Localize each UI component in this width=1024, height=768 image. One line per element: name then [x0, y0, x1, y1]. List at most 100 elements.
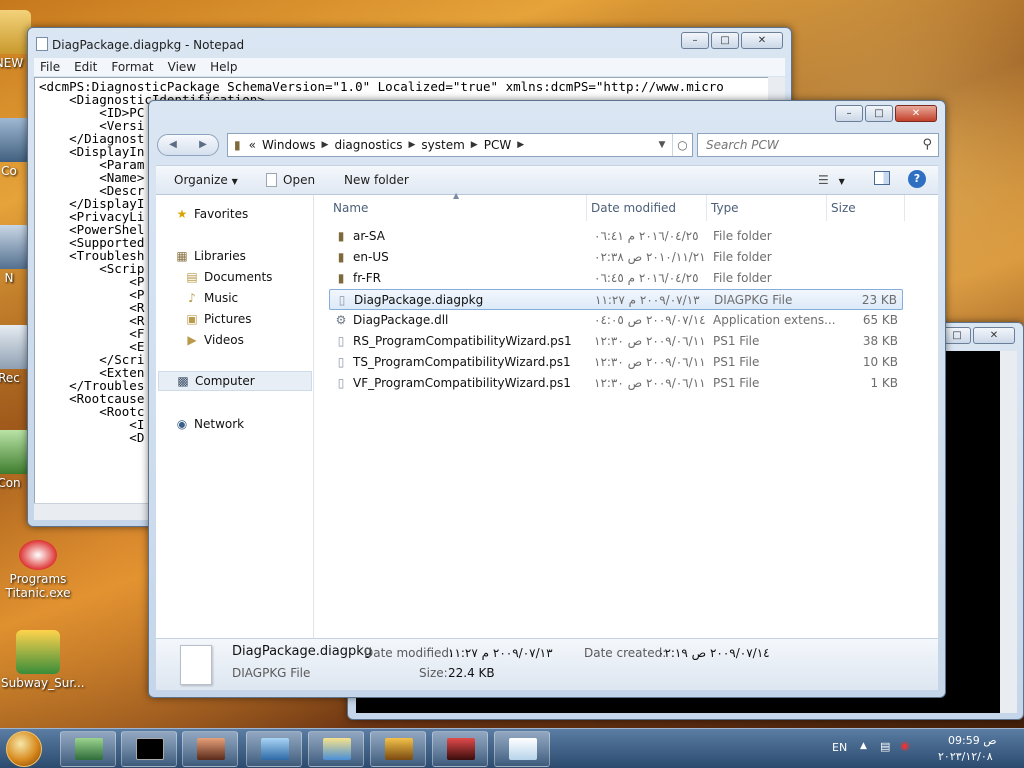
breadcrumb-separator-icon[interactable]: ▶ [517, 140, 524, 150]
nav-documents[interactable]: ▤ Documents [184, 270, 272, 284]
file-row[interactable]: ▯ TS_ProgramCompatibilityWizard.ps1 ٢٠٠٩/٠… [329, 352, 903, 373]
taskbar-app-media[interactable] [182, 731, 238, 767]
breadcrumb-system[interactable]: system [421, 138, 464, 152]
search-box[interactable]: ⚲ [697, 133, 939, 157]
console-scrollbar[interactable] [1000, 351, 1017, 713]
nav-network[interactable]: ◉ Network [174, 417, 244, 431]
taskbar-app-picture-viewer[interactable] [246, 731, 302, 767]
breadcrumb-separator-icon[interactable]: ▶ [322, 140, 329, 150]
taskbar-app-notepad[interactable] [494, 731, 550, 767]
file-icon: ▯ [337, 376, 345, 390]
nav-computer[interactable]: ▩ Computer [158, 371, 312, 391]
organize-button[interactable]: Organize ▼ [174, 173, 238, 187]
column-header-size[interactable]: Size [827, 195, 905, 221]
command-bar: Organize ▼ Open New folder ☰ ▼ ? [156, 165, 938, 195]
notepad-icon [509, 738, 537, 760]
preview-pane-icon[interactable] [874, 171, 890, 188]
column-header-type[interactable]: Type [707, 195, 827, 221]
file-date-modified: ٢٠٠٩/٠٧/١٣ م ١١:٢٧ [595, 293, 700, 307]
file-row[interactable]: ▯ DiagPackage.diagpkg ٢٠٠٩/٠٧/١٣ م ١١:٢٧ DI… [329, 289, 903, 310]
start-button[interactable] [6, 731, 42, 767]
nav-libraries[interactable]: ▦ Libraries [174, 249, 246, 263]
library-icon: ▦ [176, 249, 188, 263]
chevron-down-icon[interactable]: ▼ [652, 140, 672, 150]
search-icon[interactable]: ⚲ [922, 137, 932, 152]
file-row[interactable]: ▮ en-US ٢٠١٠/١١/٢١ ص ٠٢:٣٨ File folder [329, 247, 903, 268]
taskbar-app-desktop[interactable] [370, 731, 426, 767]
clock-time[interactable]: 09:59 ص [948, 734, 997, 747]
refresh-icon[interactable]: ○ [672, 134, 692, 156]
nav-music[interactable]: ♪ Music [184, 291, 238, 305]
nav-pictures[interactable]: ▣ Pictures [184, 312, 251, 326]
show-hidden-icons-icon[interactable]: ▲ [860, 741, 867, 751]
taskbar-app-display[interactable] [432, 731, 488, 767]
breadcrumb-pcw[interactable]: PCW [484, 138, 511, 152]
new-folder-button[interactable]: New folder [344, 173, 409, 187]
file-row[interactable]: ▯ RS_ProgramCompatibilityWizard.ps1 ٢٠٠٩/٠… [329, 331, 903, 352]
help-icon[interactable]: ? [908, 170, 926, 188]
menu-view[interactable]: View [168, 58, 196, 76]
desktop-icon-subway-surfers[interactable]: Subway_Sur... [1, 630, 85, 690]
file-type: File folder [713, 250, 772, 264]
address-bar[interactable]: ▮ « Windows ▶ diagnostics ▶ system ▶ PCW… [227, 133, 693, 157]
file-type: PS1 File [713, 334, 760, 348]
breadcrumb-separator-icon[interactable]: ▶ [408, 140, 415, 150]
open-button[interactable]: Open [266, 173, 315, 187]
file-icon: ▯ [337, 334, 345, 348]
nav-favorites[interactable]: ★ Favorites [174, 207, 249, 221]
taskbar-app-explorer[interactable] [308, 731, 364, 767]
file-row[interactable]: ▮ ar-SA ٢٠١٦/٠٤/٢٥ م ٠٦:٤١ File folder [329, 226, 903, 247]
computer-icon: ▩ [177, 374, 189, 388]
minimize-button[interactable]: – [835, 105, 863, 122]
file-row[interactable]: ▯ VF_ProgramCompatibilityWizard.ps1 ٢٠٠٩/٠… [329, 373, 903, 394]
desktop-icon-titanic[interactable]: Programs Titanic.exe [1, 540, 75, 600]
view-options-button[interactable]: ☰ ▼ [818, 173, 845, 187]
file-name: VF_ProgramCompatibilityWizard.ps1 [353, 376, 571, 390]
overflow-chevron-icon[interactable]: « [249, 138, 256, 152]
explorer-window[interactable]: – □ ✕ ◀ ▶ ▮ « Windows ▶ diagnostics ▶ sy… [148, 100, 946, 698]
file-icon: ▯ [337, 355, 345, 369]
media-player-icon [197, 738, 225, 760]
file-list: Name ▲ Date modified Type Size ▮ ar-SA ٢٠١… [329, 191, 938, 639]
device-manager-icon [75, 738, 103, 760]
breadcrumb-windows[interactable]: Windows [262, 138, 316, 152]
clock-date[interactable]: ٢٠٢٣/١٢/٠٨ [938, 750, 993, 763]
search-input[interactable] [698, 134, 908, 156]
file-name: DiagPackage.dll [353, 313, 449, 327]
language-indicator[interactable]: EN [832, 741, 847, 754]
taskbar-app-command-prompt[interactable] [121, 731, 177, 767]
folder-icon: ▮ [234, 138, 241, 152]
forward-arrow-icon[interactable]: ▶ [188, 135, 218, 155]
file-row[interactable]: ▮ fr-FR ٢٠١٦/٠٤/٢٥ م ٠٦:٤٥ File folder [329, 268, 903, 289]
file-type: File folder [713, 271, 772, 285]
file-date-modified: ٢٠١٦/٠٤/٢٥ م ٠٦:٤١ [594, 229, 699, 243]
minimize-button[interactable]: – [681, 32, 709, 49]
volume-muted-icon[interactable]: ◉ [900, 739, 910, 752]
close-button[interactable]: ✕ [973, 327, 1015, 344]
menu-help[interactable]: Help [210, 58, 237, 76]
navigation-pane: ★ Favorites ▦ Libraries ▤ Documents ♪ Music … [156, 195, 314, 639]
maximize-button[interactable]: □ [711, 32, 739, 49]
back-arrow-icon[interactable]: ◀ [158, 135, 188, 155]
column-header-date-modified[interactable]: Date modified [587, 195, 707, 221]
menu-format[interactable]: Format [111, 58, 153, 76]
menu-edit[interactable]: Edit [74, 58, 97, 76]
network-status-icon[interactable]: ▤ [880, 740, 890, 753]
file-name: RS_ProgramCompatibilityWizard.ps1 [353, 334, 572, 348]
details-modified-value: ٢٠٠٩/٠٧/١٣ م ١١:٢٧ [448, 646, 553, 660]
close-button[interactable]: ✕ [895, 105, 937, 122]
file-row[interactable]: ⚙ DiagPackage.dll ٢٠٠٩/٠٧/١٤ ص ٠٤:٠٥ Applic… [329, 310, 903, 331]
maximize-button[interactable]: □ [943, 327, 971, 344]
maximize-button[interactable]: □ [865, 105, 893, 122]
breadcrumb-diagnostics[interactable]: diagnostics [334, 138, 402, 152]
menu-file[interactable]: File [40, 58, 60, 76]
file-date-modified: ٢٠١٦/٠٤/٢٥ م ٠٦:٤٥ [594, 271, 699, 285]
notepad-menubar: File Edit Format View Help [34, 58, 785, 76]
breadcrumb-separator-icon[interactable]: ▶ [471, 140, 478, 150]
file-size: 23 KB [861, 293, 897, 307]
nav-videos[interactable]: ▶ Videos [184, 333, 244, 347]
console-icon [136, 738, 164, 760]
close-button[interactable]: ✕ [741, 32, 783, 49]
taskbar-app-device-manager[interactable] [60, 731, 116, 767]
file-size: 1 KB [870, 376, 898, 390]
